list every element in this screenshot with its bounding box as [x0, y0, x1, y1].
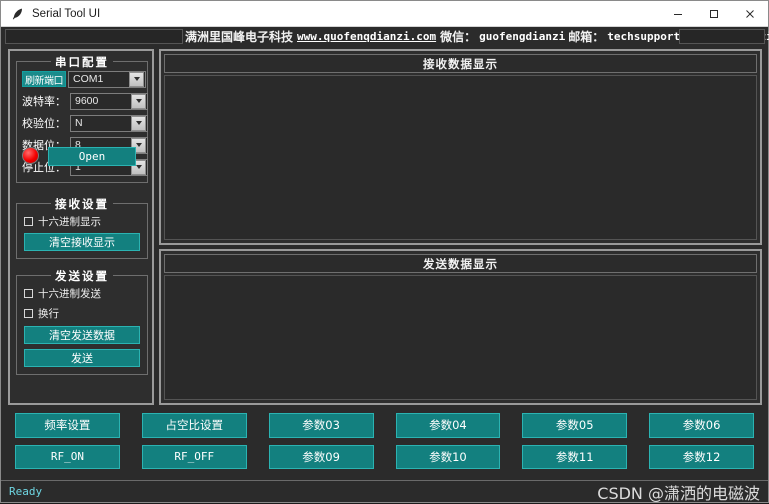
close-icon[interactable]	[732, 1, 768, 26]
refresh-ports-button[interactable]: 刷新端口	[22, 71, 66, 87]
watermark-text: CSDN @潇洒的电磁波	[597, 483, 760, 503]
command-button-rf-off[interactable]: RF_OFF	[141, 444, 247, 469]
newline-label: 换行	[38, 307, 59, 320]
feather-pen-icon	[7, 3, 29, 25]
clear-receive-button[interactable]: 清空接收显示	[24, 233, 140, 251]
command-button-duty-cycle[interactable]: 占空比设置	[141, 413, 247, 438]
chevron-down-icon[interactable]	[129, 71, 144, 87]
status-text: Ready	[9, 485, 43, 498]
hex-display-label: 十六进制显示	[38, 215, 101, 228]
wechat-value: guofengdianzi	[479, 30, 566, 43]
display-area: 接收数据显示 发送数据显示	[159, 49, 762, 405]
checkbox-icon[interactable]	[24, 216, 33, 226]
company-banner: 满洲里国峰电子科技 www.quofenqdianzi.com 微信： guof…	[1, 27, 769, 47]
open-port-button[interactable]: Open	[48, 147, 136, 166]
hex-send-label: 十六进制发送	[38, 287, 101, 300]
parity-row: 校验位： N	[22, 114, 148, 132]
banner-right-box	[679, 29, 765, 44]
application-window: Serial Tool UI 满洲里国峰电子科技 www.quofenqdian…	[0, 0, 769, 503]
port-row: 刷新端口 COM1	[22, 70, 146, 88]
command-button-param-04[interactable]: 参数04	[395, 413, 501, 438]
checkbox-icon[interactable]	[24, 308, 33, 318]
checkbox-icon[interactable]	[24, 288, 33, 298]
clear-send-button[interactable]: 清空发送数据	[24, 326, 140, 344]
command-button-param-05[interactable]: 参数05	[522, 413, 628, 438]
port-value: COM1	[73, 73, 104, 85]
connection-status-led	[22, 147, 39, 164]
maximize-icon[interactable]	[696, 1, 732, 26]
command-button-param-12[interactable]: 参数12	[649, 444, 754, 469]
command-button-param-11[interactable]: 参数11	[522, 444, 628, 469]
hex-display-checkbox[interactable]: 十六进制显示	[24, 214, 101, 228]
parity-select[interactable]: N	[70, 114, 148, 132]
receive-display-panel: 接收数据显示	[159, 49, 762, 245]
parity-value: N	[75, 117, 83, 129]
wechat-label: 微信：	[440, 30, 477, 44]
send-settings-group: 发送设置 十六进制发送 换行 清空发送数据 发送	[16, 268, 148, 375]
receive-display-title: 接收数据显示	[423, 56, 498, 71]
command-button-param-10[interactable]: 参数10	[395, 444, 501, 469]
banner-left-box	[5, 29, 183, 44]
receive-settings-group: 接收设置 十六进制显示 清空接收显示	[16, 196, 148, 259]
chevron-down-icon[interactable]	[131, 93, 146, 109]
send-display-textarea[interactable]	[164, 275, 757, 400]
title-bar: Serial Tool UI	[1, 1, 768, 27]
send-settings-title: 发送设置	[51, 268, 113, 284]
command-button-rf-on[interactable]: RF_ON	[15, 444, 120, 469]
receive-display-textarea[interactable]	[164, 75, 757, 240]
command-button-grid: 频率设置 占空比设置 参数03 参数04 参数05 参数06 RF_ON RF_…	[7, 409, 762, 469]
command-button-param-06[interactable]: 参数06	[649, 413, 754, 438]
port-select[interactable]: COM1	[68, 70, 146, 88]
baudrate-value: 9600	[75, 95, 99, 107]
parity-label: 校验位：	[22, 117, 66, 130]
status-bar: Ready CSDN @潇洒的电磁波	[1, 480, 768, 503]
email-label: 邮箱：	[568, 30, 605, 44]
command-button-param-03[interactable]: 参数03	[268, 413, 374, 438]
company-website[interactable]: www.quofenqdianzi.com	[297, 30, 436, 43]
send-button[interactable]: 发送	[24, 349, 140, 367]
minimize-icon[interactable]	[660, 1, 696, 26]
baudrate-row: 波特率： 9600	[22, 92, 148, 110]
receive-display-header: 接收数据显示	[164, 54, 757, 73]
send-display-panel: 发送数据显示	[159, 249, 762, 405]
hex-send-checkbox[interactable]: 十六进制发送	[24, 286, 101, 300]
command-button-param-09[interactable]: 参数09	[268, 444, 374, 469]
main-content: 串口配置 刷新端口 COM1 波特率： 9600 校验位： N 数据位： 8 停…	[1, 47, 768, 480]
send-display-header: 发送数据显示	[164, 254, 757, 273]
company-name: 满洲里国峰电子科技	[185, 30, 294, 44]
left-control-panel: 串口配置 刷新端口 COM1 波特率： 9600 校验位： N 数据位： 8 停…	[8, 49, 154, 405]
newline-checkbox[interactable]: 换行	[24, 306, 59, 320]
serial-config-title: 串口配置	[51, 54, 113, 70]
window-title: Serial Tool UI	[32, 7, 101, 20]
baudrate-select[interactable]: 9600	[70, 92, 148, 110]
receive-settings-title: 接收设置	[51, 196, 113, 212]
command-button-frequency[interactable]: 频率设置	[15, 413, 120, 438]
baudrate-label: 波特率：	[22, 95, 66, 108]
chevron-down-icon[interactable]	[131, 115, 146, 131]
send-display-title: 发送数据显示	[423, 256, 498, 271]
